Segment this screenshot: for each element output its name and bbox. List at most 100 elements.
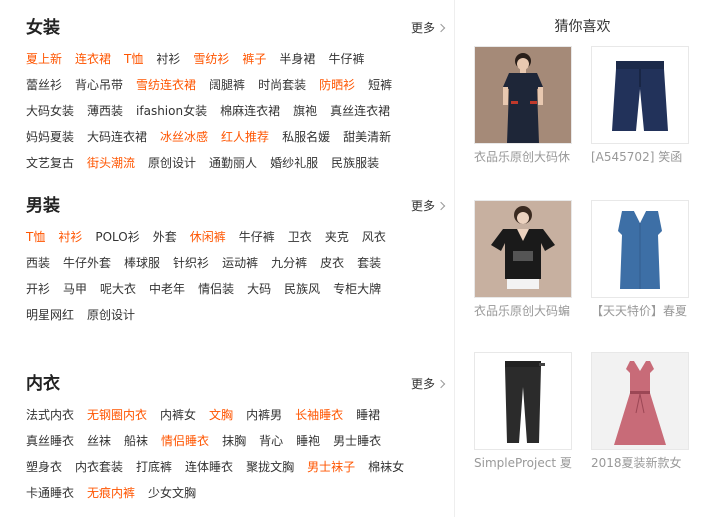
black-pants-image — [474, 352, 572, 450]
category-link[interactable]: 风衣 — [362, 229, 386, 245]
category-link[interactable]: 大码女装 — [26, 103, 74, 119]
category-link[interactable]: 背心吊带 — [75, 77, 123, 93]
category-link[interactable]: 冰丝冰感 — [160, 129, 208, 145]
category-link[interactable]: 甜美清新 — [343, 129, 391, 145]
category-link[interactable]: 九分裤 — [271, 255, 307, 271]
category-link[interactable]: 真丝连衣裙 — [330, 103, 390, 119]
category-link[interactable]: 皮衣 — [320, 255, 344, 271]
category-link[interactable]: 婚纱礼服 — [270, 155, 318, 171]
category-link[interactable]: 薄西装 — [87, 103, 123, 119]
category-link[interactable]: 通勤丽人 — [209, 155, 257, 171]
category-link[interactable]: 短裤 — [368, 77, 392, 93]
category-link[interactable]: 真丝睡衣 — [26, 433, 74, 449]
navy-dress-image — [474, 46, 572, 144]
category-link[interactable]: 街头潮流 — [87, 155, 135, 171]
category-link[interactable]: 针织衫 — [173, 255, 209, 271]
category-link[interactable]: 卡通睡衣 — [26, 485, 74, 501]
category-link[interactable]: 背心 — [259, 433, 283, 449]
category-link[interactable]: 男士睡衣 — [333, 433, 381, 449]
product-card[interactable]: 衣品乐原创大码休 — [474, 46, 572, 165]
category-link[interactable]: 文艺复古 — [26, 155, 74, 171]
category-link[interactable]: 内裤男 — [246, 407, 282, 423]
category-link[interactable]: 红人推荐 — [221, 129, 269, 145]
category-link[interactable]: 牛仔外套 — [63, 255, 111, 271]
category-link[interactable]: 原创设计 — [148, 155, 196, 171]
category-link[interactable]: 情侣睡衣 — [161, 433, 209, 449]
category-link[interactable]: 蕾丝衫 — [26, 77, 62, 93]
category-link[interactable]: 塑身衣 — [26, 459, 62, 475]
category-link[interactable]: 外套 — [153, 229, 177, 245]
category-link[interactable]: T恤 — [26, 229, 45, 245]
product-card[interactable]: 【天天特价】春夏 — [591, 200, 689, 319]
category-link[interactable]: 防晒衫 — [319, 77, 355, 93]
more-link[interactable]: 更多 — [411, 21, 446, 35]
category-link[interactable]: 打底裤 — [136, 459, 172, 475]
category-link[interactable]: 民族服装 — [331, 155, 379, 171]
category-link[interactable]: 套装 — [357, 255, 381, 271]
category-link[interactable]: 专柜大牌 — [333, 281, 381, 297]
category-link[interactable]: 抹胸 — [222, 433, 246, 449]
category-link[interactable]: 情侣装 — [198, 281, 234, 297]
category-link[interactable]: 睡裙 — [356, 407, 380, 423]
category-link[interactable]: 大码连衣裙 — [87, 129, 147, 145]
more-link[interactable]: 更多 — [411, 377, 446, 391]
category-link[interactable]: 夹克 — [325, 229, 349, 245]
category-link[interactable]: 无痕内裤 — [87, 485, 135, 501]
category-link[interactable]: 牛仔裤 — [239, 229, 275, 245]
product-title: 2018夏装新款女 — [591, 456, 682, 470]
category-link[interactable]: 大码 — [247, 281, 271, 297]
category-link[interactable]: 私服名媛 — [282, 129, 330, 145]
more-link[interactable]: 更多 — [411, 199, 446, 213]
category-link[interactable]: 马甲 — [63, 281, 87, 297]
category-link[interactable]: 卫衣 — [288, 229, 312, 245]
section-title: 男装 — [26, 196, 60, 216]
category-link[interactable]: 丝袜 — [87, 433, 111, 449]
product-title: [A545702] 笑函 — [591, 150, 683, 164]
category-link[interactable]: 妈妈夏装 — [26, 129, 74, 145]
product-card[interactable]: SimpleProject 夏 — [474, 352, 572, 471]
category-link[interactable]: 无钢圈内衣 — [87, 407, 147, 423]
category-link[interactable]: 明星网红 — [26, 307, 74, 323]
category-link[interactable]: 棉麻连衣裙 — [220, 103, 280, 119]
product-card[interactable]: 2018夏装新款女 — [591, 352, 689, 471]
product-card[interactable]: [A545702] 笑函 — [591, 46, 689, 165]
category-link[interactable]: 中老年 — [149, 281, 185, 297]
product-card[interactable]: 衣品乐原创大码蝙 — [474, 200, 572, 319]
category-link[interactable]: 休闲裤 — [190, 229, 226, 245]
category-link[interactable]: 雪纺连衣裙 — [136, 77, 196, 93]
category-link[interactable]: 文胸 — [209, 407, 233, 423]
category-link[interactable]: T恤 — [124, 51, 143, 67]
category-link[interactable]: 法式内衣 — [26, 407, 74, 423]
category-link[interactable]: 运动裤 — [222, 255, 258, 271]
category-link[interactable]: 裤子 — [242, 51, 266, 67]
category-link[interactable]: 阔腿裤 — [209, 77, 245, 93]
category-link[interactable]: 半身裙 — [279, 51, 315, 67]
category-link[interactable]: 少女文胸 — [148, 485, 196, 501]
category-link[interactable]: 船袜 — [124, 433, 148, 449]
category-link[interactable]: 棒球服 — [124, 255, 160, 271]
category-link[interactable]: 衬衫 — [58, 229, 82, 245]
category-link[interactable]: 聚拢文胸 — [246, 459, 294, 475]
blue-top-image — [591, 200, 689, 298]
category-link[interactable]: 呢大衣 — [100, 281, 136, 297]
category-link[interactable]: 牛仔裤 — [328, 51, 364, 67]
category-link[interactable]: 西装 — [26, 255, 50, 271]
category-link[interactable]: 连衣裙 — [75, 51, 111, 67]
category-link[interactable]: POLO衫 — [95, 229, 139, 245]
category-link[interactable]: 棉袜女 — [368, 459, 404, 475]
category-link[interactable]: 开衫 — [26, 281, 50, 297]
category-link[interactable]: 长袖睡衣 — [295, 407, 343, 423]
category-link[interactable]: 内衣套装 — [75, 459, 123, 475]
category-link[interactable]: 男士袜子 — [307, 459, 355, 475]
category-link[interactable]: 原创设计 — [87, 307, 135, 323]
category-link[interactable]: 夏上新 — [26, 51, 62, 67]
category-link[interactable]: 雪纺衫 — [193, 51, 229, 67]
category-link[interactable]: 旗袍 — [293, 103, 317, 119]
category-link[interactable]: 内裤女 — [160, 407, 196, 423]
category-link[interactable]: 时尚套装 — [258, 77, 306, 93]
category-link[interactable]: 连体睡衣 — [185, 459, 233, 475]
category-link[interactable]: 衬衫 — [156, 51, 180, 67]
category-link[interactable]: 民族风 — [284, 281, 320, 297]
category-link[interactable]: ifashion女装 — [136, 103, 207, 119]
category-link[interactable]: 睡袍 — [296, 433, 320, 449]
